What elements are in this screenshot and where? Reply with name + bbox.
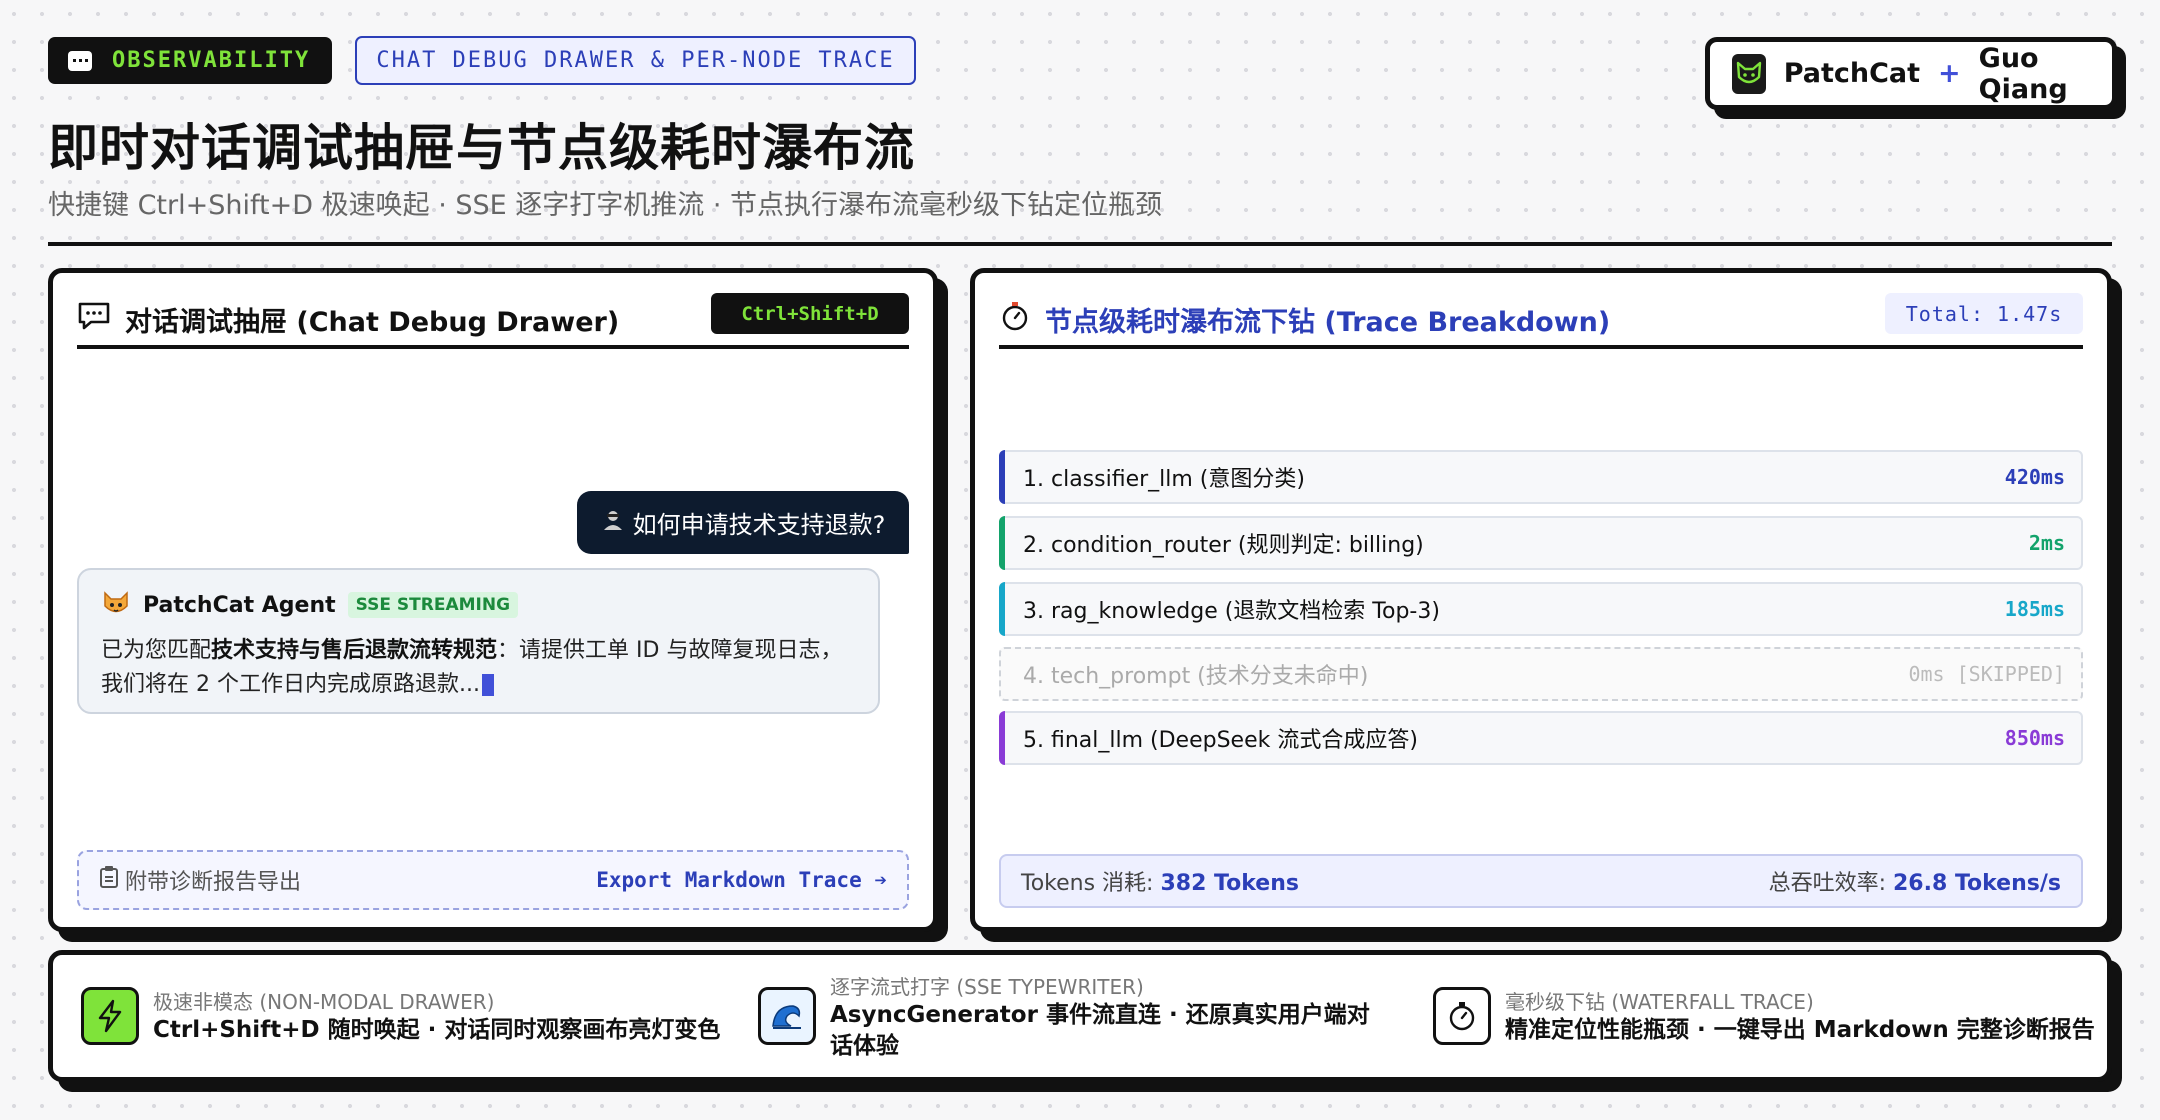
chat-bubble-icon [68, 50, 92, 71]
chat-debug-drawer: 对话调试抽屉 (Chat Debug Drawer) Ctrl+Shift+D … [48, 268, 938, 932]
throughput: 总吞吐效率: 26.8 Tokens/s [1769, 865, 2061, 897]
trace-node-row[interactable]: 3. rag_knowledge (退款文档检索 Top-3) 185ms [999, 582, 2083, 636]
page-subtitle: 快捷键 Ctrl+Shift+D 极速唤起 · SSE 逐字打字机推流 · 节点… [48, 190, 1163, 221]
node-accent-bar [999, 582, 1005, 636]
node-duration: 420ms [2004, 465, 2065, 489]
node-accent-bar [999, 450, 1005, 504]
chat-icon [77, 301, 111, 338]
chat-panel-title: 对话调试抽屉 (Chat Debug Drawer) [125, 306, 620, 338]
feature-description: 精准定位性能瓶颈 · 一键导出 Markdown 完整诊断报告 [1505, 1017, 2095, 1043]
user-message-text: 如何申请技术支持退款? [632, 511, 886, 539]
export-bar[interactable]: 附带诊断报告导出 Export Markdown Trace ➔ [77, 850, 909, 910]
throughput-label: 总吞吐效率: [1768, 871, 1893, 896]
node-label: 1. classifier_llm (意图分类) [1023, 467, 1305, 492]
feature-strip: 极速非模态 (NON-MODAL DRAWER) Ctrl+Shift+D 随时… [48, 950, 2112, 1082]
trace-node-row[interactable]: 1. classifier_llm (意图分类) 420ms [999, 450, 2083, 504]
page-title: 即时对话调试抽屉与节点级耗时瀑布流 [48, 119, 915, 177]
node-accent-bar [999, 711, 1005, 765]
node-duration: 2ms [2028, 531, 2065, 555]
trace-panel-header: 节点级耗时瀑布流下钻 (Trace Breakdown) Total: 1.47… [999, 293, 2083, 349]
node-duration: 850ms [2004, 726, 2065, 750]
node-duration: 185ms [2004, 597, 2065, 621]
observability-tag: OBSERVABILITY [48, 37, 332, 84]
brand-author: Guo Qiang [1978, 42, 2068, 105]
trace-node-row[interactable]: 2. condition_router (规则判定: billing) 2ms [999, 516, 2083, 570]
export-label-text: 附带诊断报告导出 [125, 870, 302, 895]
node-accent-bar [999, 516, 1005, 570]
total-duration-badge: Total: 1.47s [1885, 293, 2083, 334]
token-value: 382 Tokens [1160, 871, 1299, 896]
trace-breakdown-panel: 节点级耗时瀑布流下钻 (Trace Breakdown) Total: 1.47… [970, 268, 2112, 932]
stopwatch-icon [1433, 987, 1491, 1045]
token-label: Tokens 消耗: [1021, 871, 1161, 896]
brand-badge: PatchCat + Guo Qiang [1705, 37, 2117, 110]
lightning-icon [81, 987, 139, 1045]
agent-text-prefix: 已为您匹配 [101, 638, 212, 663]
shortcut-badge: Ctrl+Shift+D [711, 293, 909, 334]
export-markdown-link[interactable]: Export Markdown Trace ➔ [596, 868, 887, 892]
clipboard-icon [99, 865, 119, 895]
trace-node-row[interactable]: 4. tech_prompt (技术分支未命中) 0ms [SKIPPED] [999, 647, 2083, 701]
feature-non-modal: 极速非模态 (NON-MODAL DRAWER) Ctrl+Shift+D 随时… [81, 955, 721, 1077]
agent-name: PatchCat Agent [143, 592, 336, 618]
brand-plus: + [1938, 58, 1961, 89]
chat-panel-header: 对话调试抽屉 (Chat Debug Drawer) Ctrl+Shift+D [77, 293, 909, 349]
node-label: 3. rag_knowledge (退款文档检索 Top-3) [1023, 599, 1440, 624]
feature-kicker: 毫秒级下钻 (WATERFALL TRACE) [1505, 990, 1814, 1014]
export-label: 附带诊断报告导出 [99, 864, 301, 896]
feature-description: AsyncGenerator 事件流直连 · 还原真实用户端对话体验 [830, 1001, 1370, 1059]
header-divider [48, 242, 2112, 246]
agent-message: PatchCat Agent SSE STREAMING 已为您匹配技术支持与售… [77, 568, 880, 714]
streaming-badge: SSE STREAMING [347, 592, 519, 618]
token-summary: Tokens 消耗: 382 Tokens 总吞吐效率: 26.8 Tokens… [999, 854, 2083, 908]
cat-avatar-icon [101, 588, 131, 622]
stopwatch-icon [999, 300, 1031, 339]
trace-node-row[interactable]: 5. final_llm (DeepSeek 流式合成应答) 850ms [999, 711, 2083, 765]
node-label: 2. condition_router (规则判定: billing) [1023, 533, 1424, 558]
user-avatar-icon [601, 508, 625, 538]
feature-kicker: 逐字流式打字 (SSE TYPEWRITER) [830, 974, 1144, 999]
feature-typewriter: 逐字流式打字 (SSE TYPEWRITER) AsyncGenerator 事… [758, 955, 1398, 1077]
feature-kicker: 极速非模态 (NON-MODAL DRAWER) [153, 990, 495, 1014]
agent-message-text: 已为您匹配技术支持与售后退款流转规范：请提供工单 ID 与故障复现日志，我们将在… [101, 634, 856, 702]
agent-text-highlight: 技术支持与售后退款流转规范 [211, 638, 498, 663]
feature-tag: CHAT DEBUG DRAWER & PER-NODE TRACE [355, 36, 916, 85]
throughput-value: 26.8 Tokens/s [1893, 871, 2061, 896]
feature-description: Ctrl+Shift+D 随时唤起 · 对话同时观察画布亮灯变色 [153, 1017, 721, 1043]
wave-icon [758, 987, 816, 1045]
feature-waterfall: 毫秒级下钻 (WATERFALL TRACE) 精准定位性能瓶颈 · 一键导出 … [1433, 955, 2103, 1077]
node-label: 4. tech_prompt (技术分支未命中) [1023, 664, 1369, 689]
typing-cursor [481, 674, 494, 696]
node-duration: 0ms [SKIPPED] [1908, 662, 2065, 686]
node-label: 5. final_llm (DeepSeek 流式合成应答) [1023, 728, 1418, 753]
trace-panel-title: 节点级耗时瀑布流下钻 (Trace Breakdown) [1045, 306, 1611, 338]
observability-tag-label: OBSERVABILITY [112, 48, 311, 73]
cat-logo-icon [1732, 53, 1766, 94]
user-message: 如何申请技术支持退款? [577, 491, 909, 554]
brand-name: PatchCat [1783, 58, 1921, 89]
token-usage: Tokens 消耗: 382 Tokens [1021, 865, 1299, 897]
